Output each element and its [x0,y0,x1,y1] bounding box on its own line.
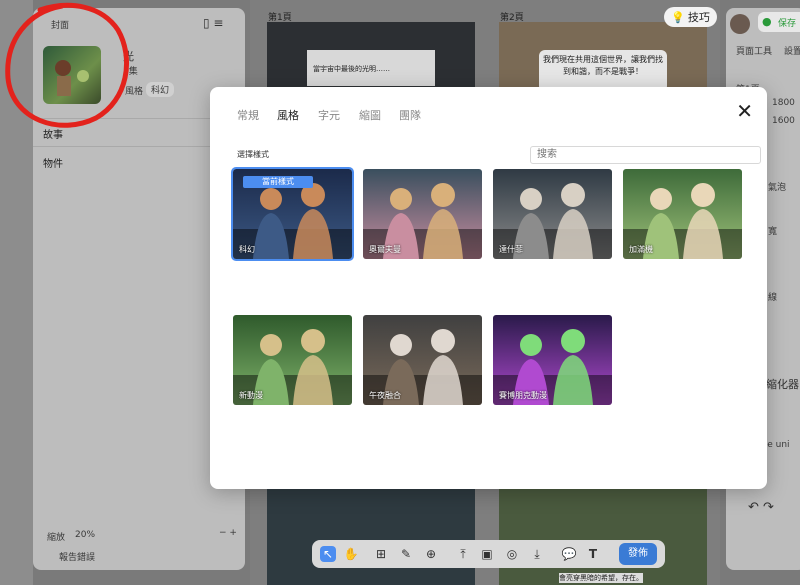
image-icon[interactable]: ▣ [479,546,495,562]
text-icon[interactable]: T [585,546,601,562]
pointer-icon[interactable]: ↖ [320,546,336,562]
lightbulb-icon: 💡 [671,10,685,24]
nav-objects[interactable]: 物件 [43,155,63,170]
edit-icon[interactable]: ✎ [398,546,414,562]
close-icon[interactable]: ✕ [736,99,753,123]
page2-bubble-text: 我們現在共用這個世界，讓我們找到和諧，而不是戰爭！ [543,55,663,76]
line-section: 線 [768,293,778,303]
publish-button[interactable]: 發佈 [619,543,657,565]
style-card[interactable]: 午夜融合 [363,315,482,405]
width-value[interactable]: 1800 [772,98,795,108]
hand-icon[interactable]: ✋ [343,546,359,562]
bottom-toolbar: ↖ ✋ ⊞ ✎ ⊕ ⤒ ▣ ◎ ⤓ 💬 T 發佈 [312,540,665,568]
shrink-section: 縮化器 [766,378,799,391]
style-card-label: 賽博朋克動漫 [499,391,547,400]
check-circle-icon: ● [762,15,772,28]
style-card-label: 科幻 [239,245,255,254]
upload-icon[interactable]: ⤒ [455,546,471,562]
download-icon[interactable]: ⤓ [529,546,545,562]
chat-icon[interactable]: ◎ [504,546,520,562]
style-card-label: 加滿機 [629,245,653,254]
search-input[interactable] [530,146,761,164]
style-card[interactable]: 達什菲 [493,169,612,259]
tips-label: 技巧 [687,11,710,24]
page3-preview[interactable] [267,489,475,585]
page1-caption-box: 當宇宙中最後的光明…… [307,50,435,86]
avatar[interactable] [730,14,750,34]
zoom-label: 縮放 [47,533,66,543]
style-card-label: 新動漫 [239,391,263,400]
page1-caption: 當宇宙中最後的光明…… [313,65,390,73]
style-dialog: 常規 風格 字元 縮圖 團隊 ✕ 選擇樣式 科幻 當前樣式奧爾夫曼 達什菲 加滿機新動… [210,87,767,489]
width-section: 寬 [768,227,778,237]
save-button[interactable]: ● 保存 [758,12,800,32]
zoom-controls-icon[interactable]: − + [219,528,237,538]
tab-page-tools[interactable]: 頁面工具 [736,44,772,57]
save-label: 保存 [778,19,797,29]
panel-layout-icon[interactable]: ▯ ≡ [203,16,223,30]
bubble-section: 氣泡 [768,183,787,193]
annotation-circle [5,2,130,128]
style-card[interactable]: 新動漫 [233,315,352,405]
style-card[interactable]: 奧爾夫曼 [363,169,482,259]
style-card[interactable]: 科幻 當前樣式 [231,167,354,261]
tab-style[interactable]: 風格 [277,107,299,123]
style-card-label: 奧爾夫曼 [369,245,401,254]
height-value[interactable]: 1600 [772,116,795,126]
page4-caption: 會亮穿黑暗的希望，存在。 [559,573,643,583]
page1-preview[interactable]: 當宇宙中最後的光明…… [267,22,475,92]
undo-redo-icon[interactable]: ↶ ↷ [748,500,774,515]
add-panel-icon[interactable]: ⊞ [373,546,389,562]
style-chip[interactable]: 科幻 [146,82,175,97]
style-card[interactable]: 賽博朋克動漫 [493,315,612,405]
tab-characters[interactable]: 字元 [318,107,340,123]
section-label: 選擇樣式 [237,150,269,159]
report-error-link[interactable]: 報告錯誤 [59,550,95,563]
style-card[interactable]: 加滿機 [623,169,742,259]
page4-preview[interactable]: 會亮穿黑暗的希望，存在。 [499,489,707,585]
page2-preview[interactable]: 我們現在共用這個世界，讓我們找到和諧，而不是戰爭！ [499,22,707,92]
tips-button[interactable]: 💡 技巧 [664,7,717,27]
tab-thumbnail[interactable]: 縮圖 [359,107,381,123]
style-card-label: 午夜融合 [369,391,401,400]
add-page-icon[interactable]: ⊕ [423,546,439,562]
zoom-value[interactable]: 20% [75,530,95,540]
page2-speech-bubble: 我們現在共用這個世界，讓我們找到和諧，而不是戰爭！ [539,50,667,92]
tab-team[interactable]: 團隊 [399,107,421,123]
current-style-badge: 當前樣式 [243,176,313,188]
tab-general[interactable]: 常規 [237,107,259,123]
tab-settings[interactable]: 設置 [784,44,800,57]
speech-bubble-icon[interactable]: 💬 [561,546,577,562]
style-card-label: 達什菲 [499,245,523,254]
